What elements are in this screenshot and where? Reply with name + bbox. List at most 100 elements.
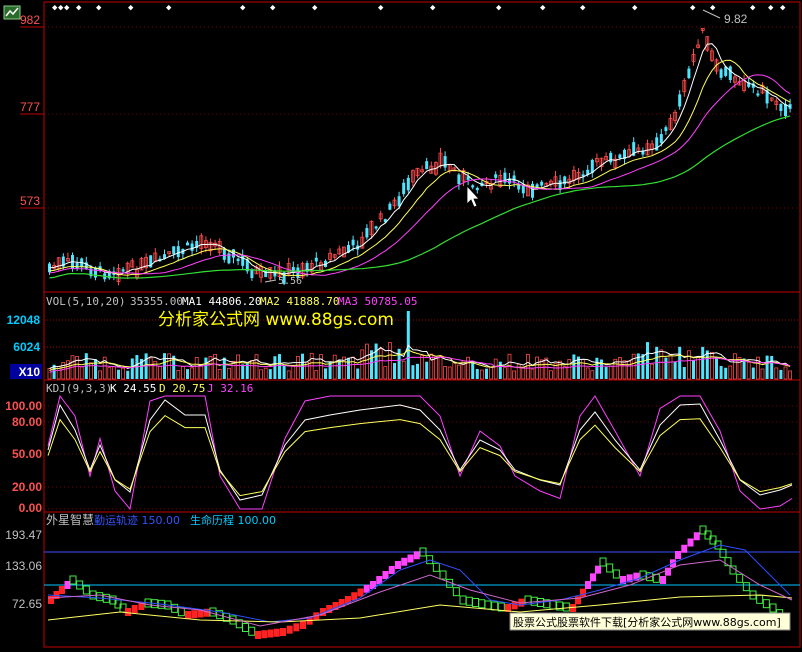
candle-body <box>402 182 406 195</box>
volume-bar <box>452 362 457 380</box>
alien-tick: 72.65 <box>12 597 42 611</box>
candle-body <box>779 103 783 112</box>
volume-bar <box>687 350 691 380</box>
alien-tick: 193.47 <box>5 528 42 542</box>
volume-bar <box>562 366 567 380</box>
candle-body <box>784 104 787 117</box>
top-marker: ◆ <box>240 3 246 13</box>
volume-bar <box>539 359 544 380</box>
candle-body <box>314 257 318 262</box>
kdj-panel[interactable]: KDJ(9,3,3) K 24.55 D 20.75 J 32.16 100.0… <box>5 382 800 515</box>
volume-bar <box>351 356 356 380</box>
price-gridlines <box>44 26 800 209</box>
volume-bar <box>79 366 84 380</box>
volume-bar <box>558 360 562 380</box>
volume-bar <box>733 353 737 380</box>
volume-bar <box>627 360 631 380</box>
volume-bar <box>254 354 259 380</box>
alien-step <box>273 628 280 637</box>
volume-bar <box>217 368 222 380</box>
candle-body <box>728 66 732 81</box>
volume-bar <box>204 357 208 379</box>
volume-bar <box>425 361 429 379</box>
candle-body <box>719 69 723 78</box>
volume-bar <box>286 370 291 380</box>
volume-panel[interactable]: VOL(5,10,20) 35355.00 MA1 44806.20 MA2 4… <box>7 295 800 380</box>
top-marker: ◆ <box>76 3 82 13</box>
top-marker: ◆ <box>632 3 638 13</box>
volume-bar <box>590 370 595 380</box>
top-marker: ◆ <box>750 3 756 13</box>
volume-bar <box>324 368 327 379</box>
kdj-d: D 20.75 <box>159 382 205 395</box>
candle-body <box>512 175 516 182</box>
alien-step <box>191 610 198 619</box>
kdj-title: KDJ(9,3,3) <box>46 382 112 395</box>
alien-step <box>388 566 395 574</box>
volume-bar <box>751 367 755 379</box>
alien-wisdom-panel[interactable]: 外星智慧 勤运轨迹 150.00 生命历程 100.00 193.47 133.… <box>5 512 800 639</box>
price-tick: 777 <box>20 100 40 114</box>
candle-body <box>678 94 682 107</box>
volume-bar <box>493 358 498 380</box>
volume-bar <box>456 364 461 380</box>
volume-bar <box>194 357 199 380</box>
volume-bar <box>222 357 226 379</box>
kdj-j-line <box>47 394 793 511</box>
price-panel[interactable]: 9.82 5.56 982 777 573 <box>20 9 800 287</box>
top-marker: ◆ <box>768 3 774 13</box>
alien-step <box>452 587 460 597</box>
volume-bar <box>337 359 341 379</box>
alien-life: 生命历程 100.00 <box>190 513 276 527</box>
alien-orbit: 勤运轨迹 150.00 <box>94 513 180 527</box>
volume-bar <box>314 370 319 380</box>
top-marker: ◆ <box>580 3 586 13</box>
volume-bar <box>364 343 369 380</box>
price-moving-averages <box>49 43 791 279</box>
alien-step <box>562 602 570 612</box>
kdj-gridlines <box>44 405 800 510</box>
kdj-tick: 80.00 <box>12 415 42 429</box>
volume-bar <box>742 358 746 379</box>
alien-step <box>293 623 300 632</box>
alien-step <box>459 595 467 605</box>
candle-body <box>172 246 176 255</box>
alien-step <box>382 571 389 579</box>
candle-body <box>517 184 521 190</box>
chart-canvas[interactable]: ◆ ◆ ◆ ◆ ◆ ◆ ◆ ◆ ◆ ◆ ◆ ◆ ◆ ◆ ◆ ◆ ◆ ◆ ◆ ◆ ◆ 9.82 5.56 982 777 … <box>0 0 802 652</box>
alien-step <box>736 573 744 583</box>
volume-bar <box>544 357 549 380</box>
candle-body <box>618 154 622 159</box>
alien-step <box>177 607 185 617</box>
volume-bar <box>692 360 695 379</box>
alien-step <box>82 585 90 595</box>
alien-step <box>401 557 408 566</box>
price-candles <box>48 27 792 286</box>
volume-bar <box>378 348 383 380</box>
volume-bar <box>530 368 535 380</box>
top-marker: ◆ <box>540 3 546 13</box>
alien-step <box>185 611 191 619</box>
volume-bar <box>98 370 102 380</box>
alien-step <box>248 626 256 636</box>
candle-body <box>222 249 226 260</box>
volume-bar <box>516 363 521 380</box>
volume-bar <box>190 367 195 380</box>
high-label: 9.82 <box>724 12 748 26</box>
volume-bar <box>618 357 622 380</box>
volume-bar <box>121 367 125 380</box>
vol-multiplier: X10 <box>19 365 41 379</box>
footer-banner[interactable]: 股票公式股票软件下载[分析家公式网www.88gs.com] <box>513 615 781 629</box>
vol-title: VOL(5,10,20) <box>46 295 125 308</box>
volume-bar <box>273 356 277 379</box>
volume-bar <box>356 368 360 379</box>
volume-bar <box>199 364 204 380</box>
alien-step <box>300 621 306 629</box>
candle-body <box>609 152 613 163</box>
alien-step <box>549 600 557 610</box>
price-tick: 573 <box>20 194 40 208</box>
candle-body <box>475 187 479 191</box>
top-marker: ◆ <box>430 3 436 13</box>
alien-step <box>242 623 249 632</box>
price-annotations: 9.82 5.56 <box>264 9 748 287</box>
